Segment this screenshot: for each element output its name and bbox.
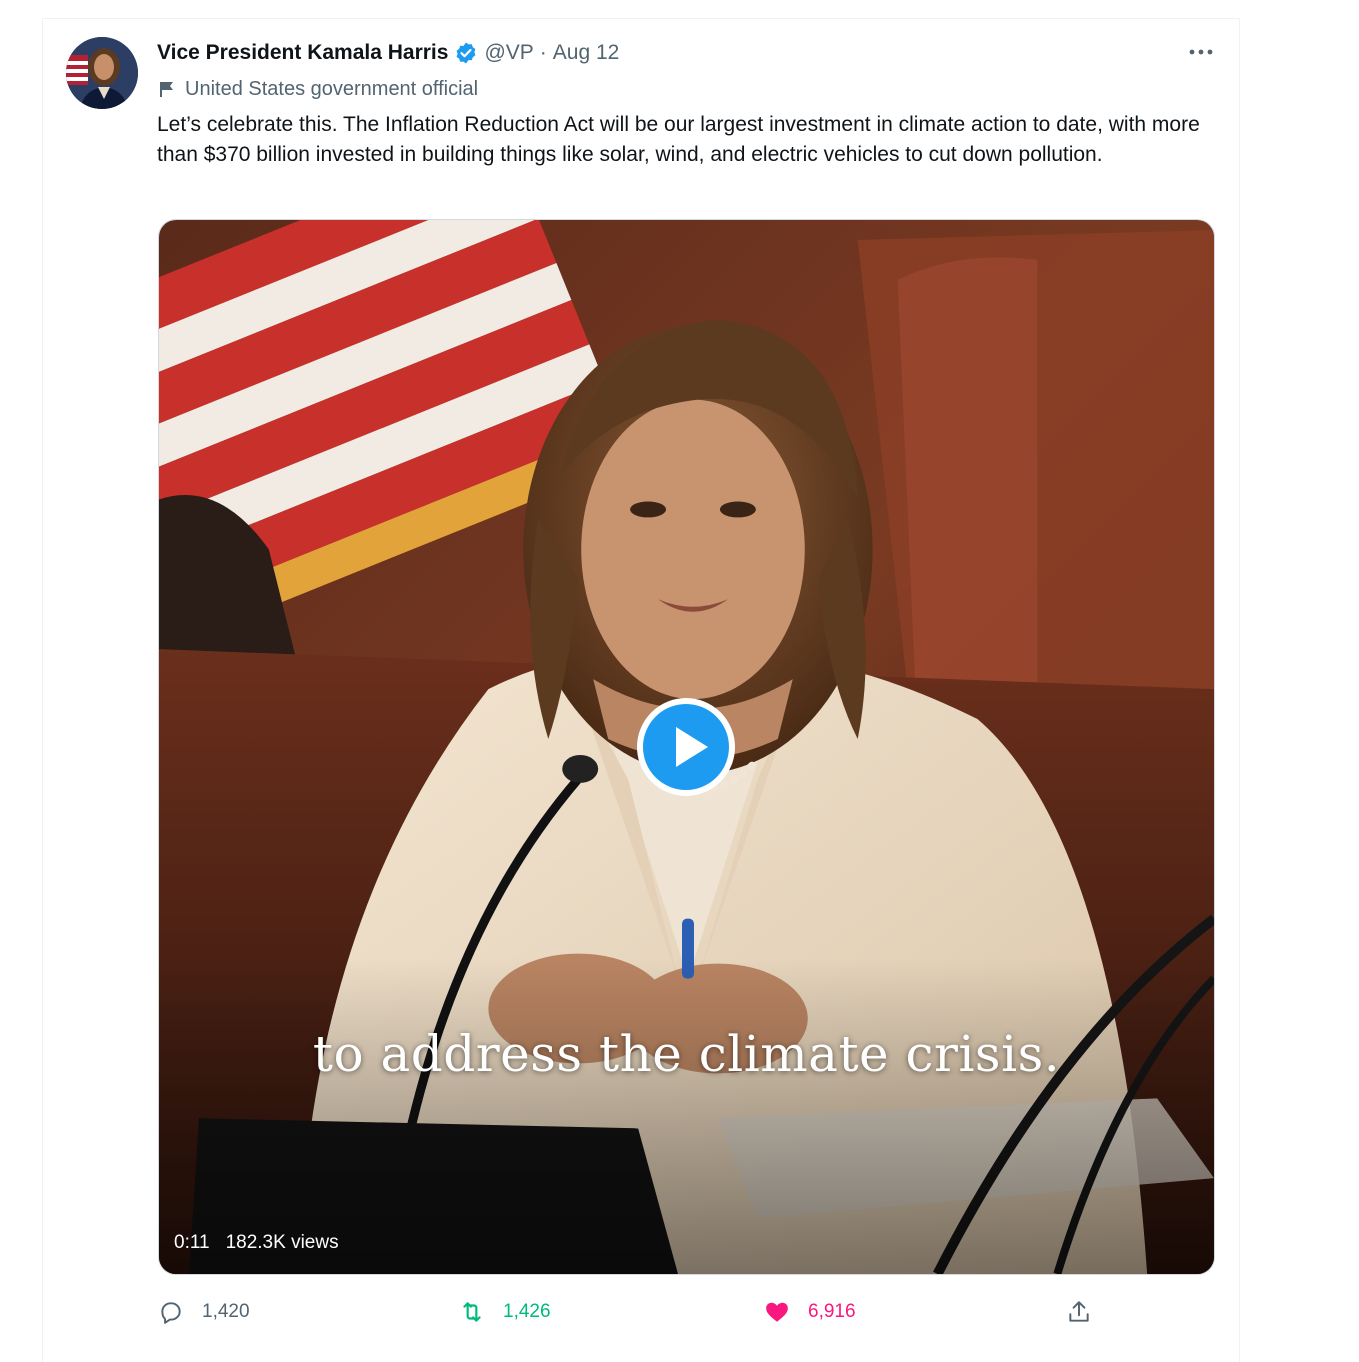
share-icon [1069,1301,1089,1322]
tweet-actions: 1,420 1,426 6,916 [0,1292,1359,1332]
author-handle[interactable]: @VP [484,41,533,65]
share-button[interactable] [1066,1292,1092,1332]
profile-avatar[interactable] [66,37,138,109]
video-caption: to address the climate crisis. [312,1025,1061,1083]
video-duration: 0:11 [174,1232,210,1253]
avatar-image [66,37,138,109]
more-options-icon[interactable] [1186,40,1216,64]
like-button[interactable]: 6,916 [764,1292,856,1332]
reply-icon [161,1302,181,1324]
tweet-header: Vice President Kamala Harris @VP · Aug 1… [157,36,619,70]
tweet-text: Let’s celebrate this. The Inflation Redu… [157,113,1200,166]
retweet-button[interactable]: 1,426 [459,1292,551,1332]
reply-count: 1,420 [202,1301,250,1322]
affiliation-text: United States government official [185,77,479,100]
separator-dot: · [539,41,547,64]
tweet-date[interactable]: Aug 12 [553,41,620,65]
reply-button[interactable]: 1,420 [158,1292,250,1332]
video-views: 182.3K views [225,1232,339,1253]
heart-icon [766,1302,788,1322]
retweet-icon [463,1302,481,1322]
play-button[interactable] [636,697,736,797]
video-meta: 0:11 182.3K views [174,1228,339,1258]
verified-badge-icon [454,41,478,65]
affiliation-label: United States government official [157,74,478,104]
author-display-name[interactable]: Vice President Kamala Harris [157,41,448,65]
retweet-count: 1,426 [503,1301,551,1322]
play-icon [637,698,735,796]
like-count: 6,916 [808,1301,856,1322]
flag-icon [157,79,177,99]
